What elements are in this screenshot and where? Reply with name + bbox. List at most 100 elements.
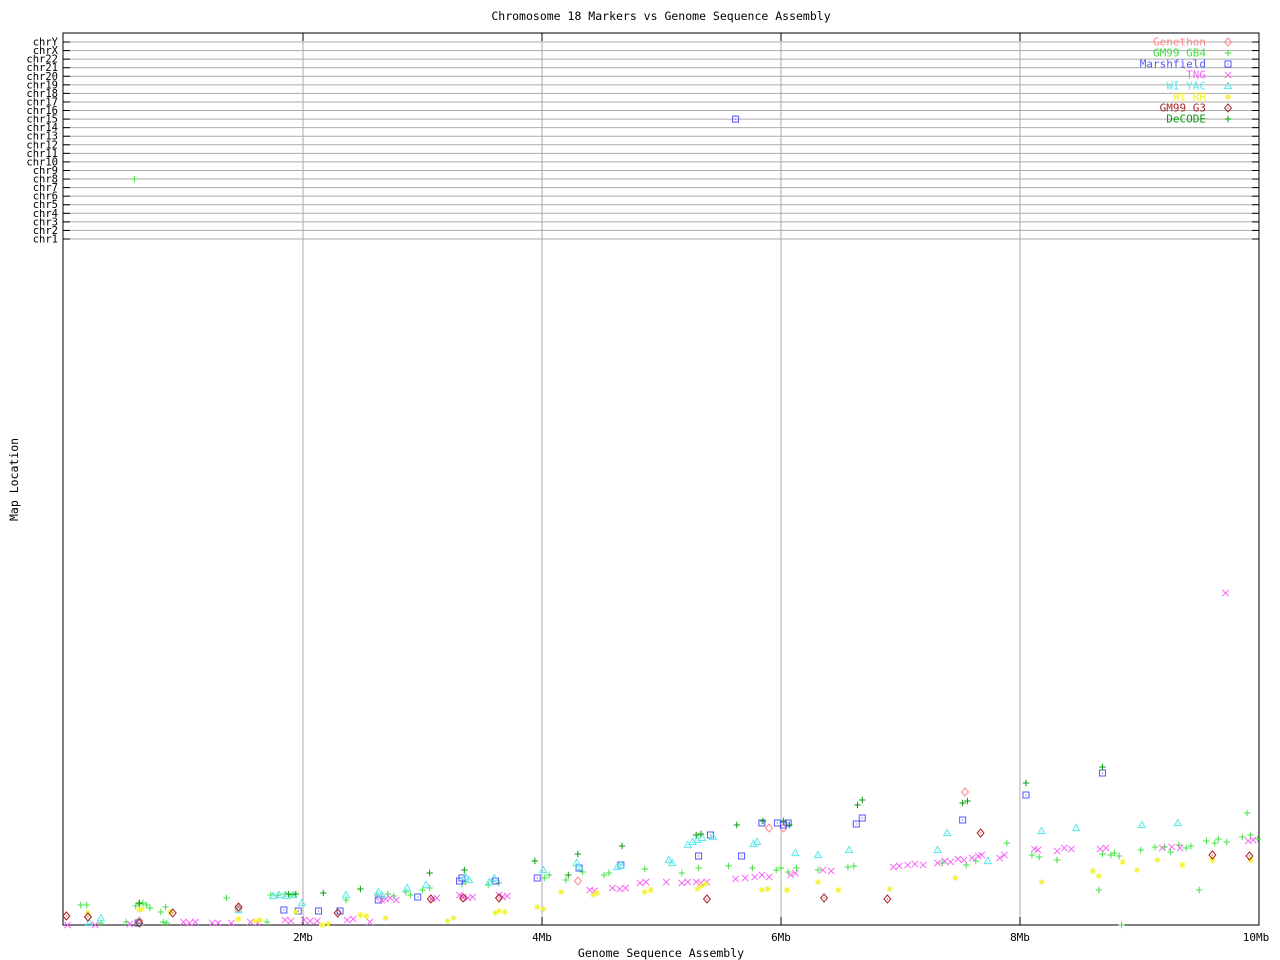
data-point [363,913,370,919]
data-point [138,906,145,912]
data-point [469,893,477,901]
chart-page: Chromosome 18 Markers vs Genome Sequence… [0,0,1280,960]
data-point [895,862,903,870]
data-point [136,899,143,907]
data-point [540,906,547,912]
data-point [313,917,321,925]
data-point [96,913,106,922]
data-point [1089,868,1096,874]
data-point [426,869,433,877]
data-point [366,918,374,926]
chromosome-hit-point [131,175,138,183]
data-point [382,915,389,921]
data-point [1151,843,1159,851]
data-point [1134,867,1141,873]
data-point [616,885,624,893]
data-point [702,894,711,904]
data-point [942,828,952,837]
data-point [835,887,842,893]
data-point [1053,856,1061,864]
data-point [300,916,308,924]
data-point [732,875,740,883]
data-point [157,908,164,916]
data-point [976,828,985,838]
data-point [287,917,295,925]
data-point [764,886,771,892]
data-point [357,885,364,893]
data-point [1095,873,1102,879]
data-point [954,855,962,863]
data-point [1115,852,1123,860]
data-point [764,823,774,833]
data-point [306,917,314,925]
data-point [1119,859,1126,865]
data-point [501,909,508,915]
data-point [819,893,829,903]
data-point [386,894,394,902]
data-point [1067,845,1075,853]
data-point [765,873,773,881]
data-point [77,901,84,909]
data-point [1022,779,1030,787]
data-point [343,916,351,924]
data-point [960,787,970,797]
data-point [678,879,686,887]
data-point [813,850,823,859]
data-point [1211,839,1218,847]
data-point [1053,847,1061,855]
x-tick-label: 2Mb [293,931,313,944]
data-point [349,915,357,923]
data-point [1038,879,1045,885]
data-point [319,922,326,928]
data-point [678,869,686,877]
data-point [414,893,422,901]
data-point [1179,862,1186,868]
scatter-plot: chrYchrXchr22chr21chr20chr19chr18chr17ch… [26,32,1269,944]
data-point [1028,851,1036,859]
data-point [1209,857,1216,863]
data-point [162,903,169,911]
data-point [1154,857,1161,863]
data-point [450,915,457,921]
data-point [968,854,976,862]
legend-marker-wi-rh [1225,94,1231,100]
data-point [647,887,654,893]
data-point [407,891,414,899]
data-point [263,918,271,926]
data-point [593,890,600,896]
data-point [558,889,565,895]
data-point [859,796,866,804]
legend-label-decode: DeCODE [1166,113,1206,126]
data-point [725,862,732,870]
data-point [1003,839,1011,847]
data-point [341,890,351,899]
data-point [1215,835,1222,843]
data-point [1239,833,1246,841]
x-tick-label: 4Mb [532,931,552,944]
data-point [858,814,866,822]
data-point [1096,845,1104,853]
data-point [1196,886,1203,894]
data-point [827,867,835,875]
data-point [357,912,364,918]
data-point [854,801,861,809]
data-point [852,820,860,828]
data-point [292,909,299,915]
data-point [1203,837,1210,845]
data-point [421,880,431,889]
data-point [773,819,781,827]
data-point [531,857,539,865]
data-point [622,884,630,892]
data-point [641,865,648,873]
data-point [1099,763,1106,771]
data-point [889,863,897,871]
x-tick-label: 6Mb [771,931,791,944]
data-point [911,860,919,868]
data-point [1249,836,1257,844]
data-point [844,845,854,854]
data-point [641,889,648,895]
data-point [159,918,167,926]
data-point [503,892,511,900]
data-point [960,856,968,864]
x-tick-label: 8Mb [1010,931,1030,944]
